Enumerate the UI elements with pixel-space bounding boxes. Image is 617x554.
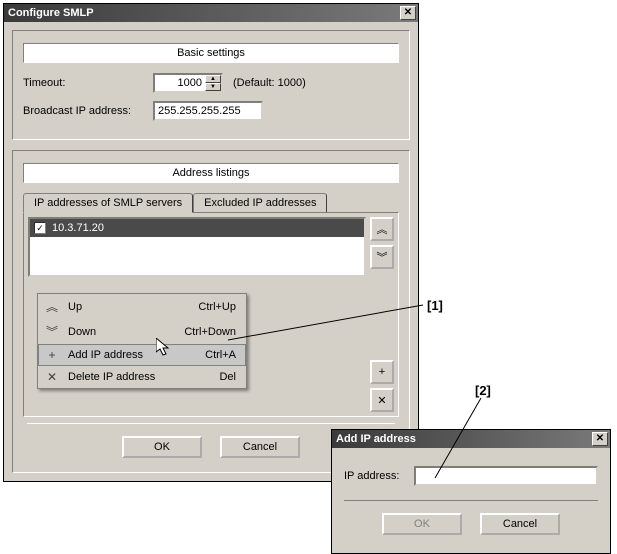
checkbox-icon[interactable]: ✓ bbox=[34, 222, 46, 234]
window-title: Configure SMLP bbox=[8, 7, 94, 19]
broadcast-label: Broadcast IP address: bbox=[23, 105, 153, 117]
ip-listbox[interactable]: ✓ 10.3.71.20 bbox=[28, 217, 366, 277]
broadcast-input[interactable] bbox=[153, 101, 263, 121]
ok-button[interactable]: OK bbox=[122, 436, 202, 458]
menu-shortcut: Ctrl+Down bbox=[184, 326, 236, 338]
move-down-button[interactable]: ︾ bbox=[370, 245, 394, 269]
titlebar[interactable]: Configure SMLP ✕ bbox=[4, 4, 418, 22]
add-ip-dialog: Add IP address ✕ IP address: OK Cancel bbox=[331, 429, 611, 554]
timeout-label: Timeout: bbox=[23, 77, 153, 89]
menu-shortcut: Ctrl+Up bbox=[198, 301, 236, 313]
cancel-button[interactable]: Cancel bbox=[220, 436, 300, 458]
ip-address-label: IP address: bbox=[344, 470, 414, 482]
close-icon[interactable]: ✕ bbox=[592, 432, 608, 446]
plus-icon: + bbox=[44, 348, 60, 362]
context-menu: ︽ Up Ctrl+Up ︾ Down Ctrl+Down + Add IP a… bbox=[37, 293, 247, 389]
double-down-icon: ︾ bbox=[377, 249, 388, 265]
window-title: Add IP address bbox=[336, 433, 416, 445]
double-down-icon: ︾ bbox=[44, 323, 60, 340]
menu-shortcut: Del bbox=[219, 371, 236, 383]
timeout-spinner[interactable]: ▲ ▼ bbox=[153, 73, 223, 93]
ip-address-input[interactable] bbox=[414, 466, 598, 486]
move-up-button[interactable]: ︽ bbox=[370, 217, 394, 241]
menu-label: Up bbox=[68, 301, 190, 313]
basic-settings-header: Basic settings bbox=[23, 43, 399, 63]
double-up-icon: ︽ bbox=[44, 298, 60, 315]
close-icon[interactable]: ✕ bbox=[400, 6, 416, 20]
titlebar[interactable]: Add IP address ✕ bbox=[332, 430, 610, 448]
address-listings-header: Address listings bbox=[23, 163, 399, 183]
timeout-default: (Default: 1000) bbox=[233, 77, 306, 89]
menu-label: Add IP address bbox=[68, 349, 197, 361]
spin-down-icon[interactable]: ▼ bbox=[205, 83, 221, 91]
list-item-label: 10.3.71.20 bbox=[52, 222, 104, 234]
x-icon: ✕ bbox=[377, 394, 386, 407]
tab-excluded[interactable]: Excluded IP addresses bbox=[193, 193, 327, 212]
add-button[interactable]: + bbox=[370, 360, 394, 384]
menu-item-down[interactable]: ︾ Down Ctrl+Down bbox=[38, 319, 246, 344]
tab-panel: ✓ 10.3.71.20 ︽ ︾ ︽ Up Ctrl+Up bbox=[23, 212, 399, 417]
menu-item-up[interactable]: ︽ Up Ctrl+Up bbox=[38, 294, 246, 319]
menu-item-add[interactable]: + Add IP address Ctrl+A bbox=[38, 344, 246, 366]
ok-button[interactable]: OK bbox=[382, 513, 462, 535]
menu-shortcut: Ctrl+A bbox=[205, 349, 236, 361]
timeout-input[interactable] bbox=[155, 75, 205, 91]
menu-label: Down bbox=[68, 326, 176, 338]
callout-2: [2] bbox=[475, 383, 491, 398]
x-icon: ✕ bbox=[44, 370, 60, 384]
menu-label: Delete IP address bbox=[68, 371, 211, 383]
double-up-icon: ︽ bbox=[377, 221, 388, 237]
delete-button[interactable]: ✕ bbox=[370, 388, 394, 412]
list-item[interactable]: ✓ 10.3.71.20 bbox=[30, 219, 364, 237]
configure-smlp-window: Configure SMLP ✕ Basic settings Timeout:… bbox=[3, 3, 419, 482]
callout-1: [1] bbox=[427, 298, 443, 313]
spin-up-icon[interactable]: ▲ bbox=[205, 75, 221, 83]
plus-icon: + bbox=[379, 366, 385, 378]
cancel-button[interactable]: Cancel bbox=[480, 513, 560, 535]
tab-smlp-servers[interactable]: IP addresses of SMLP servers bbox=[23, 193, 193, 213]
menu-item-delete[interactable]: ✕ Delete IP address Del bbox=[38, 366, 246, 388]
